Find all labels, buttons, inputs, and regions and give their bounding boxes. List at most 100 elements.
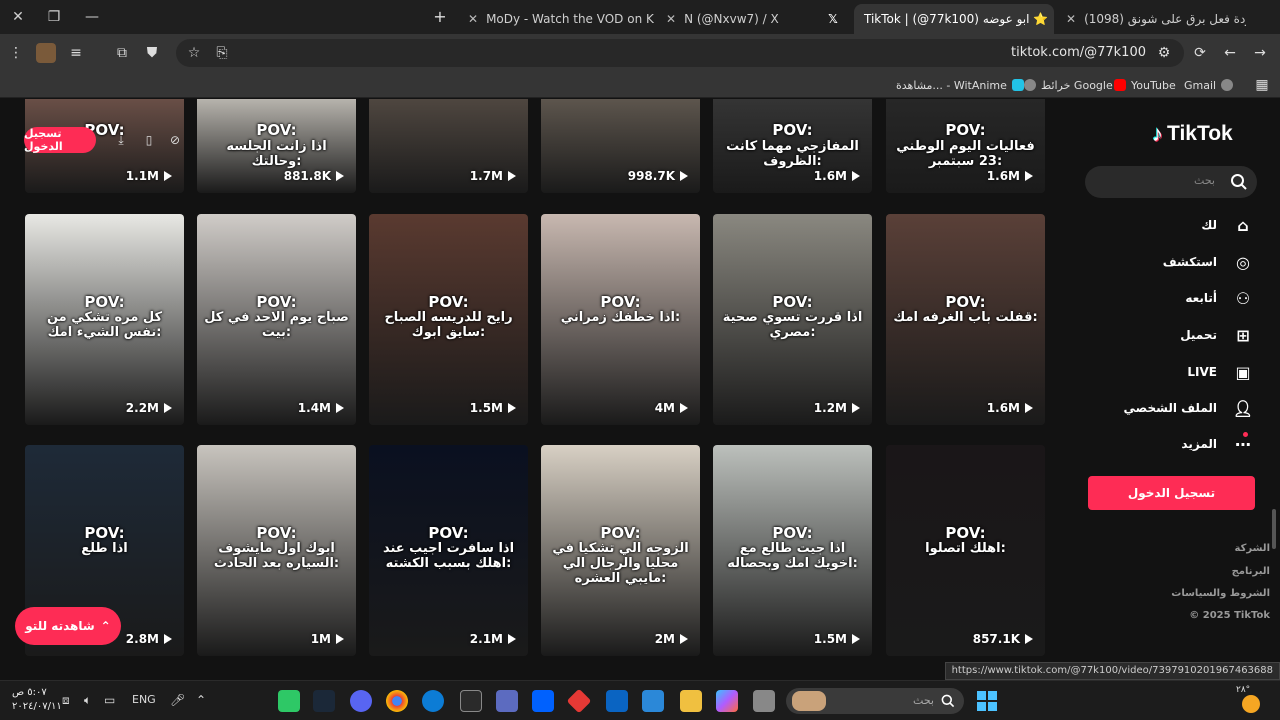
epic-games-icon[interactable] [460,690,482,712]
store-icon[interactable] [642,690,664,712]
video-thumbnail[interactable]: 998.7K [541,99,700,193]
nav-for-you[interactable]: لك ⌂ [1201,211,1255,239]
caption-pov: POV: [772,121,813,140]
discord-icon[interactable] [350,690,372,712]
video-thumbnail[interactable]: POV: ابوك اول مايشوف السياره بعد الحادث: 1… [197,445,356,656]
close-tab-icon[interactable]: ✕ [468,12,478,26]
video-thumbnail[interactable]: POV: قفلت باب الغرفه امك: 1.6M [886,214,1045,425]
notification-icon[interactable]: ⧈ [62,693,70,708]
site-settings-icon[interactable]: ⚙ [1154,43,1174,63]
watched-label: شاهدته للتو [25,619,95,633]
tab-x[interactable]: ✕ N (@Nxvw7) / X 𝕏 [656,4,850,34]
video-thumbnail[interactable]: POV: اذا جيت طالع مع اخويك امك وبحصاله: 1.… [713,445,872,656]
url-text[interactable]: tiktok.com/@77k100 [1011,45,1146,60]
caption-pov: POV: [84,293,125,312]
footer-company-link[interactable]: الشركة [1235,543,1270,554]
outlook-icon[interactable] [606,690,628,712]
caption-pov: POV: [256,121,297,140]
video-thumbnail[interactable]: POV: اذا سافرت اجيب عند اهلك بسبب الكشته:… [369,445,528,656]
search-icon[interactable] [1229,172,1249,192]
teams-icon[interactable] [496,690,518,712]
file-explorer-icon[interactable] [680,690,702,712]
bookmark-google-maps[interactable]: خرائط Google [1024,76,1113,94]
windows-start-icon[interactable] [977,691,997,711]
weather-temp[interactable]: ٢٨° [1236,685,1250,695]
view-count-text: 1.5M [813,632,847,646]
taskbar-app-icon[interactable] [278,690,300,712]
view-count: 1.5M [814,632,860,646]
menu-icon[interactable]: ⋮ [6,43,26,63]
nav-more[interactable]: المزيد ⋯ [1181,430,1255,458]
nav-live[interactable]: LIVE ▣ [1187,358,1255,386]
nav-profile[interactable]: الملف الشخصي 👤︎ [1124,394,1255,422]
address-bar[interactable]: ☆ ⎘ tiktok.com/@77k100 ⚙ [176,39,1184,67]
close-window-icon[interactable]: ✕ [0,0,36,34]
media-control-icon[interactable]: ≡ [66,43,86,63]
bookmark-witanime[interactable]: مشاهدة... - WitAnime [896,76,1024,94]
nav-following[interactable]: أتابعه ⚇ [1185,284,1255,312]
bookmark-star-icon[interactable]: ☆ [184,43,204,63]
clock[interactable]: ٥:٠٧ ص ٢٠٢٤/٠٧/١١ [12,686,62,714]
microphone-icon[interactable]: 🎤︎ [170,693,185,707]
video-thumbnail[interactable]: POV: اذا قررت تسوي صحية مصري: 1.2M [713,214,872,425]
app-icon[interactable] [753,690,775,712]
video-thumbnail[interactable]: POV: المفازجي مهما كانت الظروف: 1.6M [713,99,872,193]
chevron-up-icon[interactable]: ⌃ [196,693,206,707]
phone-icon[interactable]: ▯ [140,131,158,149]
watched-just-now-button[interactable]: شاهدته للتو ⌃ [15,607,121,645]
footer-terms-link[interactable]: الشروط والسياسات [1171,588,1270,599]
apps-grid-icon[interactable]: ▦ [1252,75,1272,95]
video-thumbnail[interactable]: POV: اذا خطفك زمراني: 4M [541,214,700,425]
extension-avatar-icon[interactable] [36,43,56,63]
tiktok-logo[interactable]: ♪ TikTok [1152,121,1233,147]
copilot-icon[interactable] [716,690,738,712]
extensions-icon[interactable]: ⧉ [112,43,132,63]
video-thumbnail[interactable]: POV: رايح للدريسه الصباح سايق ابوك: 1.5M [369,214,528,425]
volume-icon[interactable]: 🔈︎ [84,693,91,708]
language-indicator[interactable]: ENG [132,693,156,706]
tab-kick[interactable]: ✕ MoDy - Watch the VOD on Kick K [458,4,654,34]
chrome-icon[interactable] [386,690,408,712]
weather-icon[interactable] [1242,695,1260,713]
restore-window-icon[interactable]: ❐ [36,0,72,34]
sidebar-login-button[interactable]: تسجيل الدخول [1088,476,1255,510]
tab-title: MoDy - Watch the VOD on Kick [486,12,654,26]
video-thumbnail[interactable]: POV: صباح يوم الاحد في كل بيت: 1.4M [197,214,356,425]
tab-tiktok[interactable]: TikTok | (@77k100) ابو عوضه ⭐ ♪ [854,4,1054,34]
back-icon[interactable]: ← [1220,43,1240,63]
taskbar-search[interactable]: بحث [786,688,964,714]
bookmark-gmail[interactable]: Gmail [1184,76,1234,94]
search-input[interactable]: بحث [1085,166,1257,198]
video-thumbnail[interactable]: POV: الزوجه الي تشكيا في محليا والرجال ال… [541,445,700,656]
download-icon[interactable]: ⤓ [112,131,130,149]
minimize-window-icon[interactable]: — [74,0,110,34]
video-caption: POV: الزوجه الي تشكيا في محليا والرجال ال… [547,524,694,587]
dropbox-icon[interactable] [532,690,554,712]
new-tab-button[interactable]: + [430,6,450,26]
video-thumbnail[interactable]: POV: اهلك اتصلوا: 857.1K [886,445,1045,656]
shield-icon[interactable]: ⛊ [142,43,162,63]
tab-youtube[interactable]: ✕ (1098) ردة فعل برق على شونق ▶ [1056,4,1246,34]
nav-explore[interactable]: استكشف ◎ [1163,248,1255,276]
video-thumbnail[interactable]: POV: فعاليات اليوم الوطني 23 سبتمبر: 1.6M [886,99,1045,193]
scrollbar[interactable] [1272,509,1276,549]
video-thumbnail[interactable]: POV: كل مره تشكي من نفس الشيء امك: 2.2M [25,214,184,425]
video-thumbnail[interactable]: 1.7M [369,99,528,193]
close-tab-icon[interactable]: ✕ [666,12,676,26]
floating-login-button[interactable]: تسجيل الدخول [24,127,96,153]
video-thumbnail[interactable]: POV: اذا زانت الجلسه وحالتك: 881.8K [197,99,356,193]
install-app-icon[interactable]: ⎘ [212,43,232,63]
upload-icon: ⊞ [1236,325,1250,345]
bookmark-youtube[interactable]: YouTube [1114,76,1176,94]
caption-text: اذا طلع [81,541,128,557]
nav-upload[interactable]: تحميل ⊞ [1180,321,1255,349]
close-tab-icon[interactable]: ✕ [1066,12,1076,26]
compass-icon[interactable]: ⊘ [166,131,184,149]
edge-icon[interactable] [422,690,444,712]
steam-icon[interactable] [313,690,335,712]
reload-icon[interactable]: ⟳ [1190,43,1210,63]
network-icon[interactable]: ▭ [104,693,115,707]
forward-icon[interactable]: → [1250,43,1270,63]
git-icon[interactable] [566,688,592,714]
footer-program-link[interactable]: البرنامج [1232,566,1270,577]
